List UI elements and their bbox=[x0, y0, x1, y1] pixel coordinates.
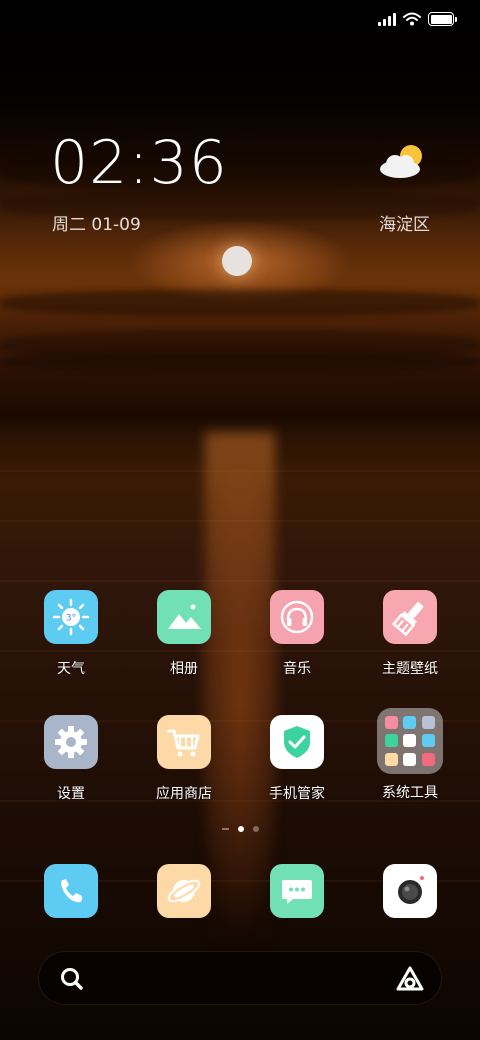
status-bar bbox=[378, 12, 457, 26]
dock-browser[interactable] bbox=[129, 864, 239, 918]
app-label: 相册 bbox=[170, 661, 198, 677]
phone-icon bbox=[44, 864, 98, 918]
dock-camera[interactable] bbox=[355, 864, 465, 918]
settings-icon bbox=[44, 715, 98, 769]
signal-icon bbox=[378, 12, 396, 26]
security-icon bbox=[270, 715, 324, 769]
app-store[interactable]: 应用商店 bbox=[129, 715, 239, 803]
app-weather[interactable]: 3° 天气 bbox=[16, 590, 126, 678]
app-settings[interactable]: 设置 bbox=[16, 715, 126, 803]
app-themes[interactable]: 主题壁纸 bbox=[355, 590, 465, 678]
clock-time[interactable]: 02:36 bbox=[50, 128, 228, 198]
browser-icon bbox=[157, 864, 211, 918]
home-minus-one-indicator bbox=[221, 828, 229, 830]
app-label: 系统工具 bbox=[382, 785, 438, 801]
partly-cloudy-icon[interactable] bbox=[378, 142, 428, 182]
date-label[interactable]: 周二 01-09 bbox=[52, 210, 141, 235]
assistant-icon[interactable] bbox=[395, 965, 425, 993]
app-label: 天气 bbox=[57, 661, 85, 677]
folder-system-tools[interactable]: 系统工具 bbox=[355, 708, 465, 802]
weather-temp: 3° bbox=[66, 614, 76, 624]
dock-phone[interactable] bbox=[16, 864, 126, 918]
page-dot-active bbox=[237, 826, 244, 832]
app-music[interactable]: 音乐 bbox=[242, 590, 352, 678]
search-icon[interactable] bbox=[59, 966, 85, 992]
music-icon bbox=[270, 590, 324, 644]
weather-app-icon: 3° bbox=[44, 590, 98, 644]
search-bar[interactable] bbox=[38, 951, 442, 1005]
themes-icon bbox=[383, 590, 437, 644]
camera-icon bbox=[383, 864, 437, 918]
app-security[interactable]: 手机管家 bbox=[242, 715, 352, 803]
location-label[interactable]: 海淀区 bbox=[379, 210, 430, 235]
sun bbox=[222, 246, 252, 276]
battery-icon bbox=[428, 12, 457, 26]
app-label: 应用商店 bbox=[156, 786, 212, 802]
gallery-icon bbox=[157, 590, 211, 644]
dock-messages[interactable] bbox=[242, 864, 352, 918]
page-indicator[interactable] bbox=[0, 826, 480, 832]
page-dot bbox=[252, 826, 259, 832]
app-store-icon bbox=[157, 715, 211, 769]
wifi-icon bbox=[403, 12, 421, 26]
app-label: 设置 bbox=[57, 786, 85, 802]
app-label: 主题壁纸 bbox=[382, 661, 438, 677]
system-tools-folder-icon bbox=[377, 708, 443, 774]
app-label: 音乐 bbox=[283, 661, 311, 677]
messages-icon bbox=[270, 864, 324, 918]
app-gallery[interactable]: 相册 bbox=[129, 590, 239, 678]
app-label: 手机管家 bbox=[269, 786, 325, 802]
